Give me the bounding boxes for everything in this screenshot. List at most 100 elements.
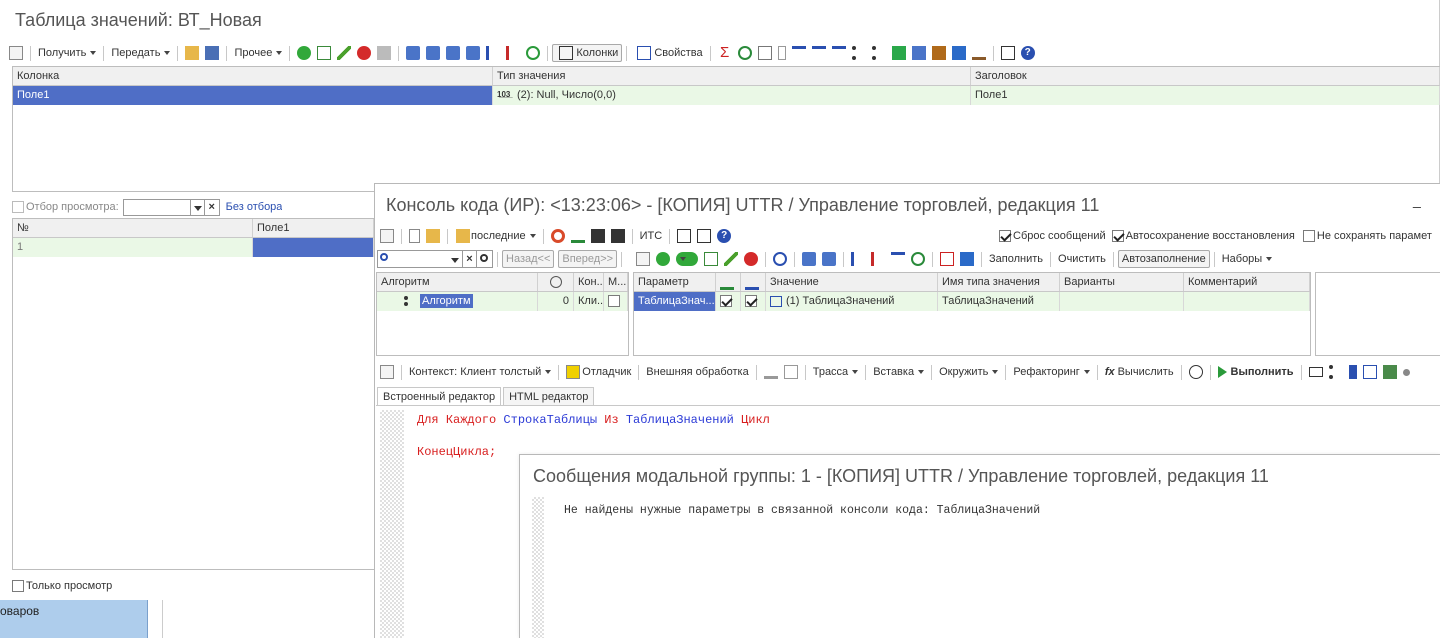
algo-header-context[interactable]: Кон... [574,273,604,291]
data-header-field[interactable]: Поле1 [253,219,374,237]
edit-pencil-icon[interactable] [337,46,352,60]
data-value-cell[interactable] [253,238,374,257]
filter-checkbox[interactable] [12,201,24,213]
move-top-icon[interactable] [446,46,461,60]
param-value-cell[interactable]: (1) ТаблицаЗначений [766,292,938,311]
data-num-cell[interactable]: 1 [13,238,253,257]
add-icon[interactable] [656,252,670,266]
sets-button[interactable]: Наборы [1219,250,1276,268]
filter-input[interactable] [122,198,191,216]
send-button[interactable]: Передать [108,44,173,62]
readonly-checkbox[interactable] [12,580,24,592]
filter-remove-icon[interactable] [831,46,846,60]
open-icon[interactable] [426,229,440,243]
empty-value-icon[interactable] [911,252,925,266]
import-icon[interactable] [570,229,585,243]
algo-ctx-cell[interactable]: Кли... [574,292,604,311]
move-down-icon[interactable] [426,46,441,60]
filter-icon[interactable] [891,252,905,266]
back-button[interactable]: Назад<< [502,250,555,268]
structure-icon[interactable] [1000,46,1015,60]
move-up-icon[interactable] [406,46,421,60]
find-icon[interactable] [940,252,954,266]
column-icon[interactable] [777,46,786,60]
algo-header-timer[interactable] [538,273,574,291]
tab-html-editor[interactable]: HTML редактор [503,387,595,406]
param-name-cell[interactable]: ТаблицаЗнач... [634,292,716,311]
fill-button[interactable]: Заполнить [986,250,1046,268]
sort-desc-icon[interactable] [506,46,520,60]
toolbar-menu-icon[interactable] [636,252,650,266]
algo-header-name[interactable]: Алгоритм [377,273,538,291]
pen-icon[interactable] [931,46,946,60]
save-icon[interactable] [205,46,220,60]
algo-search-clear[interactable]: × [463,250,477,268]
readonly-option[interactable]: Только просмотр [12,576,112,596]
its-button[interactable]: ИТС [637,227,666,245]
delete-icon[interactable] [744,252,758,266]
save-all-icon[interactable] [610,229,625,243]
param-header-value[interactable]: Значение [766,273,938,291]
arrow-up-icon[interactable] [1348,365,1357,379]
empty-value-icon[interactable] [737,46,752,60]
lifebuoy-icon[interactable] [550,229,565,243]
algo-search-go[interactable] [477,250,493,268]
download-icon[interactable] [763,365,778,379]
param-header-out[interactable] [741,273,766,291]
data-header-num[interactable]: № [13,219,253,237]
trace-button[interactable]: Трасса [810,363,861,381]
minimize-button[interactable]: _ [1413,192,1421,208]
filter-clear-button[interactable]: × [204,198,220,216]
record-icon[interactable] [1402,368,1410,376]
open-folder-icon[interactable] [185,46,200,60]
move-down-icon[interactable] [822,252,836,266]
split-icon[interactable] [757,46,772,60]
table-row[interactable]: Алгоритм 0 Кли... [377,292,628,311]
grid-icon[interactable] [1382,365,1397,379]
add-icon[interactable] [297,46,312,60]
columns-button[interactable]: Колонки [552,44,623,62]
structure-icon[interactable] [697,229,712,243]
param-variants-cell[interactable] [1060,292,1184,311]
algo-m-checkbox[interactable] [608,295,620,308]
column-name-cell[interactable]: Поле1 [13,86,493,105]
move-bottom-icon[interactable] [466,46,481,60]
stopwatch-icon[interactable] [1188,365,1203,379]
scales-icon[interactable] [971,46,986,60]
column-type-cell[interactable]: 1̲0̲3̲ (2): Null, Число(0,0) [493,86,971,105]
sort-asc-icon[interactable] [486,46,500,60]
param-type-cell[interactable]: ТаблицаЗначений [938,292,1060,311]
filter-icon[interactable] [791,46,806,60]
help-icon[interactable]: ? [1020,46,1035,60]
col-header-column[interactable]: Колонка [13,67,493,85]
toolbar-menu-icon[interactable] [380,365,394,379]
surround-button[interactable]: Окружить [936,363,1001,381]
param-header-name[interactable]: Параметр [634,273,716,291]
filter-add-icon[interactable] [811,46,826,60]
save-icon[interactable] [590,229,605,243]
param-out-checkbox[interactable] [745,295,757,308]
calculate-button[interactable]: fx Вычислить [1102,363,1177,381]
param-header-comment[interactable]: Комментарий [1184,273,1310,291]
sum-icon[interactable]: Σ [718,45,732,60]
algo-header-m[interactable]: М... [604,273,628,291]
new-file-icon[interactable] [409,229,420,243]
report-icon[interactable] [911,46,926,60]
transfer-icon[interactable] [951,46,966,60]
window-icon[interactable] [677,229,692,243]
toolbar-menu-icon[interactable] [380,229,394,243]
grid-icon[interactable] [377,46,392,60]
export-icon[interactable] [1362,365,1377,379]
clear-button[interactable]: Очистить [1055,250,1109,268]
move-up-icon[interactable] [802,252,816,266]
debugger-button[interactable]: Отладчик [563,363,634,381]
search-icon[interactable] [773,252,787,266]
forward-button[interactable]: Вперед>> [558,250,618,268]
param-header-in[interactable] [716,273,741,291]
no-filter-link[interactable]: Без отбора [226,201,283,213]
run-button[interactable]: Выполнить [1215,363,1297,381]
get-button[interactable]: Получить [35,44,99,62]
add-menu-icon[interactable] [676,252,698,266]
tab-builtin-editor[interactable]: Встроенный редактор [377,387,502,406]
sort-asc-icon[interactable] [851,252,865,266]
